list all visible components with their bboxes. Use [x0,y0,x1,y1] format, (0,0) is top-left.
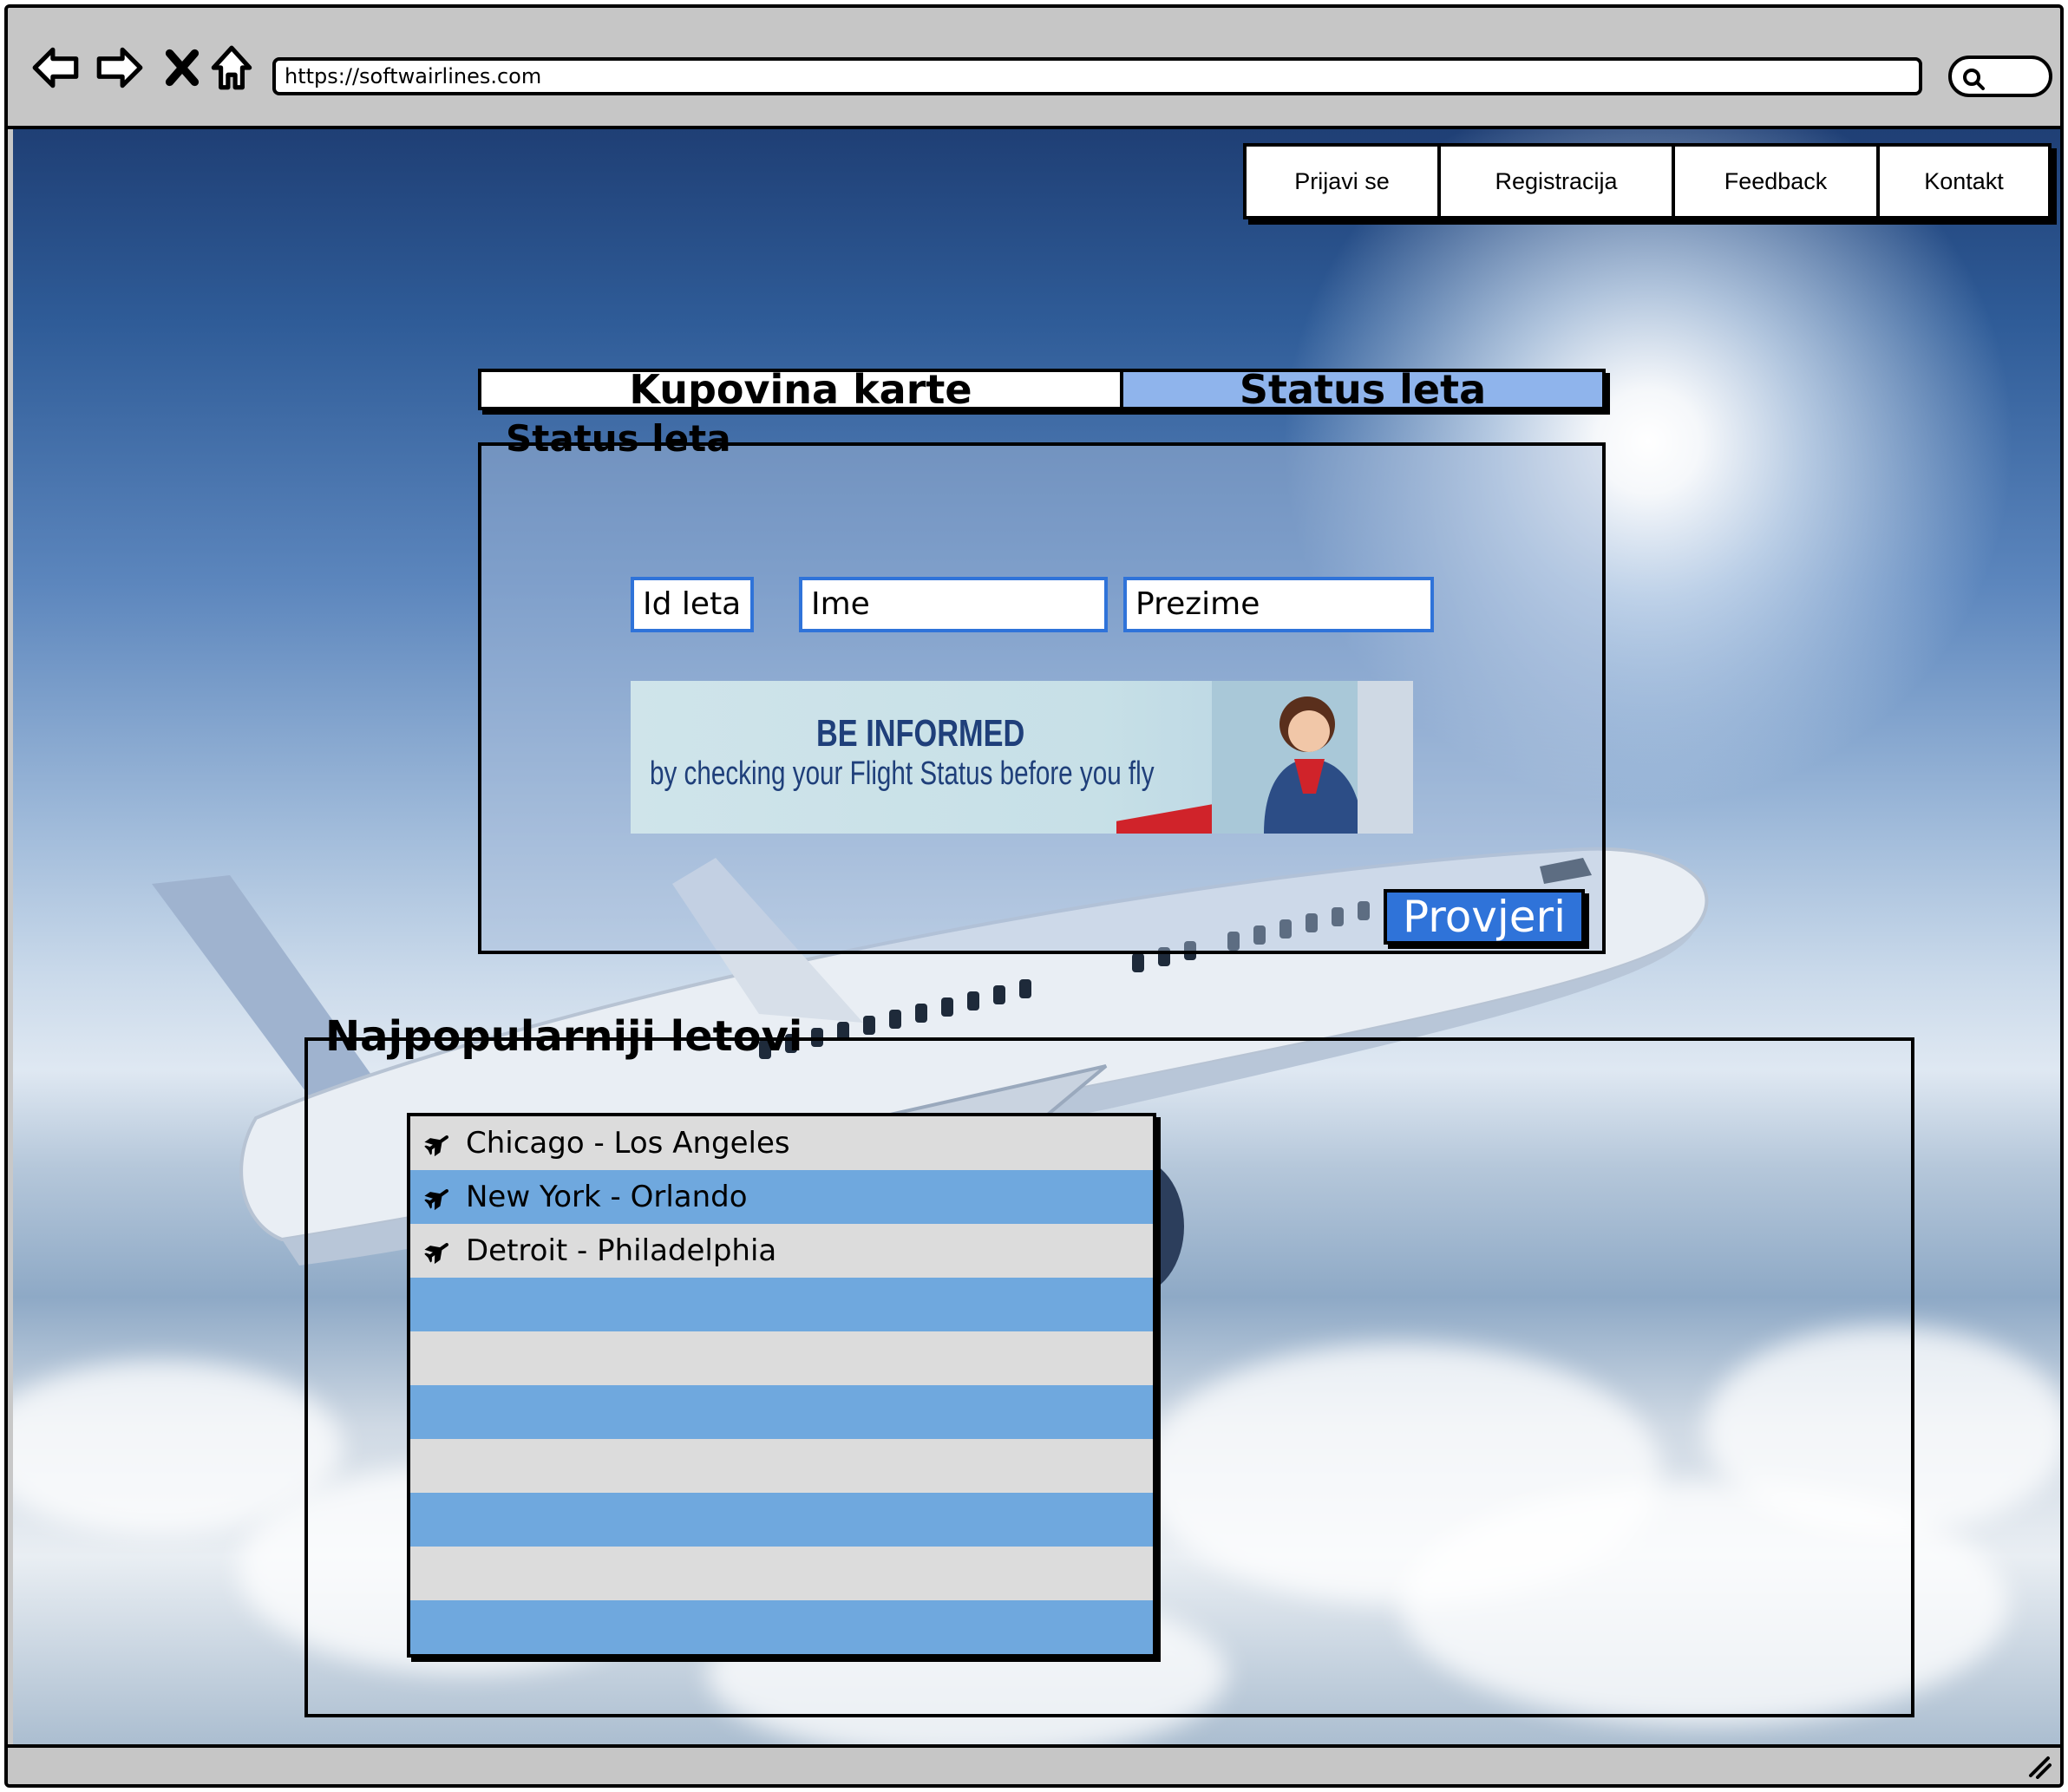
list-item[interactable]: Detroit - Philadelphia [410,1224,1153,1278]
nav-contact[interactable]: Kontakt [1880,147,2048,216]
tab-buy-ticket[interactable]: Kupovina karte [481,370,1123,409]
url-bar[interactable]: https://softwairlines.com [272,57,1922,95]
banner-person-image [1212,681,1413,834]
list-item[interactable]: Chicago - Los Angeles [410,1116,1153,1170]
browser-search-field[interactable] [1948,56,2052,97]
tab-bar: Kupovina karte Status leta [478,369,1606,410]
nav-register[interactable]: Registracija [1441,147,1675,216]
popular-flights-list: Chicago - Los Angeles New York - Orlando… [407,1113,1156,1658]
flight-route: Detroit - Philadelphia [466,1233,777,1268]
close-icon[interactable] [155,41,209,95]
forward-arrow-icon[interactable] [92,41,146,95]
airplane-icon [424,1135,449,1157]
list-item[interactable] [410,1278,1153,1331]
airplane-icon [424,1189,449,1211]
resize-grip-icon[interactable] [2025,1753,2052,1779]
page-viewport: Prijavi se Registracija Feedback Kontakt… [13,129,2060,1751]
list-item[interactable] [410,1547,1153,1600]
top-nav: Prijavi se Registracija Feedback Kontakt [1243,143,2052,219]
check-button[interactable]: Provjeri [1384,889,1585,945]
flight-status-banner: BE INFORMED by checking your Flight Stat… [631,681,1413,834]
flight-route: New York - Orlando [466,1180,748,1214]
flight-route: Chicago - Los Angeles [466,1126,790,1161]
search-icon [1963,69,1985,90]
nav-feedback[interactable]: Feedback [1675,147,1880,216]
list-item[interactable] [410,1331,1153,1385]
banner-subtitle: by checking your Flight Status before yo… [650,755,1155,792]
back-arrow-icon[interactable] [29,41,83,95]
browser-statusbar [8,1744,2060,1784]
list-item[interactable] [410,1439,1153,1493]
list-item[interactable] [410,1600,1153,1654]
first-name-field[interactable]: Ime [799,577,1108,632]
browser-window: https://softwairlines.com Prijavi se Reg… [4,4,2064,1788]
flight-id-field[interactable]: Id leta [631,577,754,632]
last-name-field[interactable]: Prezime [1123,577,1434,632]
list-item[interactable] [410,1385,1153,1439]
browser-toolbar: https://softwairlines.com [8,8,2060,129]
tab-flight-status[interactable]: Status leta [1123,370,1602,409]
nav-login[interactable]: Prijavi se [1247,147,1441,216]
banner-title: BE INFORMED [816,712,1025,755]
popular-flights-title: Najpopularniji letovi [325,1012,803,1061]
list-item[interactable]: New York - Orlando [410,1170,1153,1224]
home-icon[interactable] [205,41,258,95]
airplane-icon [424,1243,449,1265]
flight-status-title: Status leta [497,417,740,461]
list-item[interactable] [410,1493,1153,1547]
